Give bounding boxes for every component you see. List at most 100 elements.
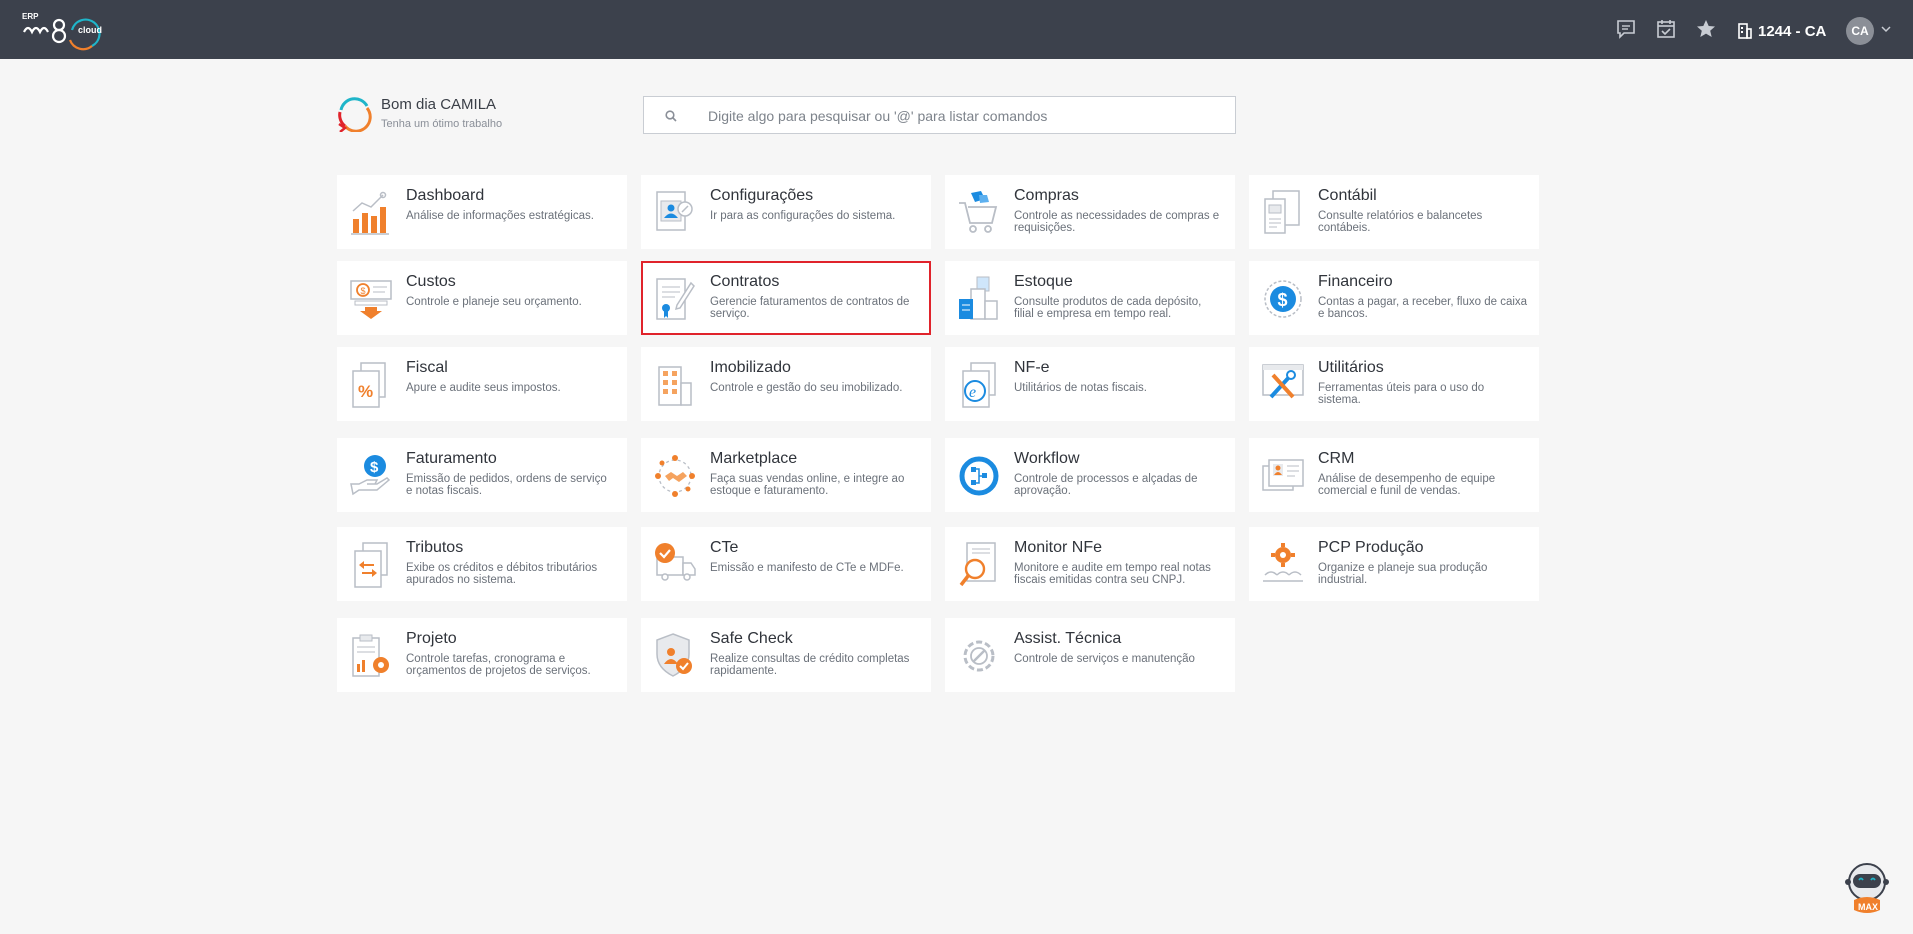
logo-cloud-text: cloud [78, 25, 102, 35]
chat-icon[interactable] [1615, 18, 1637, 40]
module-card-tributos[interactable]: Tributos Exibe os créditos e débitos tri… [337, 527, 627, 601]
module-card-workflow[interactable]: Workflow Controle de processos e alçadas… [945, 438, 1235, 512]
module-description: Controle e planeje seu orçamento. [406, 296, 582, 308]
accounting-report-icon [1264, 190, 1300, 234]
module-title: Projeto [406, 630, 457, 647]
module-description: Emissão de pedidos, ordens de serviço e … [406, 473, 607, 497]
module-card-imobilizado[interactable]: Imobilizado Controle e gestão do seu imo… [641, 347, 931, 421]
module-card-nfe[interactable]: e NF-e Utilitários de notas fiscais. [945, 347, 1235, 421]
module-title: Fiscal [406, 359, 448, 376]
module-card-faturamento[interactable]: $ Faturamento Emissão de pedidos, ordens… [337, 438, 627, 512]
module-description: Apure e audite seus impostos. [406, 382, 561, 394]
svg-text:$: $ [370, 459, 379, 476]
module-card-configuracoes[interactable]: Configurações Ir para as configurações d… [641, 175, 931, 249]
greeting-subtitle: Tenha um ótimo trabalho [381, 118, 503, 130]
module-card-contabil[interactable]: Contábil Consulte relatórios e balancete… [1249, 175, 1539, 249]
module-description: Organize e planeje sua produção industri… [1318, 562, 1488, 586]
chevron-down-icon[interactable] [1881, 24, 1891, 34]
module-title: Contábil [1318, 187, 1377, 204]
greeting-logo-icon [338, 97, 372, 132]
costs-icon: $ [350, 280, 392, 319]
module-description: Análise de desempenho de equipe comercia… [1318, 473, 1496, 497]
module-title: Marketplace [710, 450, 798, 467]
module-title: CTe [710, 539, 739, 556]
shield-check-icon [656, 633, 692, 677]
tax-percent-icon: % [352, 362, 386, 408]
magnifier-document-icon [959, 542, 996, 587]
workflow-icon [959, 456, 999, 496]
max-label: MAX [1858, 902, 1878, 912]
star-icon[interactable] [1695, 18, 1717, 40]
bar-chart-icon [351, 191, 389, 235]
module-title: Monitor NFe [1014, 539, 1103, 556]
module-description: Consulte produtos de cada depósito, fili… [1014, 296, 1202, 320]
module-description: Controle tarefas, cronograma e orçamento… [406, 653, 591, 677]
module-title: Workflow [1014, 450, 1080, 467]
module-card-dashboard[interactable]: Dashboard Análise de informações estraté… [337, 175, 627, 249]
building-icon [658, 366, 692, 406]
svg-text:%: % [358, 382, 373, 401]
module-title: Compras [1014, 187, 1079, 204]
module-description: Monitore e audite em tempo real notas fi… [1014, 562, 1211, 586]
module-title: Utilitários [1318, 359, 1384, 376]
module-card-utilitarios[interactable]: Utilitários Ferramentas úteis para o uso… [1249, 347, 1539, 421]
contract-icon [656, 278, 695, 320]
building-icon [1738, 23, 1752, 39]
module-card-monitor-nfe[interactable]: Monitor NFe Monitore e audite em tempo r… [945, 527, 1235, 601]
svg-text:$: $ [1278, 290, 1288, 310]
top-bar: ERP cloud 1244 - CA CA [0, 0, 1913, 59]
module-description: Emissão e manifesto de CTe e MDFe. [710, 562, 904, 574]
search-icon [665, 110, 677, 122]
module-title: Faturamento [406, 450, 497, 467]
module-title: NF-e [1014, 359, 1050, 376]
max-assistant-icon[interactable]: MAX [1838, 860, 1896, 918]
module-description: Faça suas vendas online, e integre ao es… [710, 473, 905, 497]
module-description: Análise de informações estratégicas. [406, 210, 594, 222]
module-description: Ir para as configurações do sistema. [710, 210, 896, 222]
module-card-fiscal[interactable]: % Fiscal Apure e audite seus impostos. [337, 347, 627, 421]
billing-hand-icon: $ [350, 455, 391, 496]
module-description: Ferramentas úteis para o uso do sistema. [1318, 382, 1485, 406]
production-gear-icon [1263, 543, 1303, 582]
svg-text:e: e [969, 384, 976, 401]
m8-cloud-logo[interactable]: ERP cloud [22, 12, 112, 52]
module-card-pcp-producao[interactable]: PCP Produção Organize e planeje sua prod… [1249, 527, 1539, 601]
module-card-financeiro[interactable]: $ Financeiro Contas a pagar, a receber, … [1249, 261, 1539, 335]
module-title: CRM [1318, 450, 1355, 467]
module-card-assist-tecnica[interactable]: Assist. Técnica Controle de serviços e m… [945, 618, 1235, 692]
module-title: Dashboard [406, 187, 485, 204]
module-card-projeto[interactable]: Projeto Controle tarefas, cronograma e o… [337, 618, 627, 692]
command-search[interactable] [643, 96, 1236, 135]
inventory-icon [959, 276, 998, 320]
module-card-custos[interactable]: $ Custos Controle e planeje seu orçament… [337, 261, 627, 335]
module-title: Financeiro [1318, 273, 1393, 290]
module-card-cte[interactable]: CTe Emissão e manifesto de CTe e MDFe. [641, 527, 931, 601]
calendar-check-icon[interactable] [1655, 18, 1677, 40]
search-input[interactable] [706, 97, 1230, 135]
service-gear-icon [963, 640, 995, 672]
user-avatar[interactable]: CA [1846, 17, 1874, 45]
module-description: Controle de processos e alçadas de aprov… [1014, 473, 1198, 497]
module-title: PCP Produção [1318, 539, 1424, 556]
svg-text:$: $ [361, 286, 366, 296]
dollar-coin-icon: $ [1264, 280, 1302, 318]
module-description: Contas a pagar, a receber, fluxo de caix… [1318, 296, 1528, 320]
project-clipboard-icon [352, 634, 389, 677]
marketplace-handshake-icon [655, 455, 695, 497]
module-card-compras[interactable]: Compras Controle as necessidades de comp… [945, 175, 1235, 249]
crm-cards-icon [1262, 459, 1304, 491]
settings-profile-icon [656, 191, 693, 231]
module-title: Assist. Técnica [1014, 630, 1122, 647]
module-title: Estoque [1014, 273, 1073, 290]
module-description: Controle as necessidades de compras e re… [1014, 210, 1220, 234]
module-card-contratos[interactable]: Contratos Gerencie faturamentos de contr… [641, 261, 931, 335]
truck-check-icon [655, 543, 696, 581]
module-card-safe-check[interactable]: Safe Check Realize consultas de crédito … [641, 618, 931, 692]
module-description: Controle de serviços e manutenção [1014, 653, 1195, 665]
module-title: Tributos [406, 539, 464, 556]
module-card-marketplace[interactable]: Marketplace Faça suas vendas online, e i… [641, 438, 931, 512]
module-card-crm[interactable]: CRM Análise de desempenho de equipe come… [1249, 438, 1539, 512]
company-selector[interactable]: 1244 - CA [1738, 20, 1826, 42]
shopping-cart-icon [959, 191, 998, 233]
module-card-estoque[interactable]: Estoque Consulte produtos de cada depósi… [945, 261, 1235, 335]
